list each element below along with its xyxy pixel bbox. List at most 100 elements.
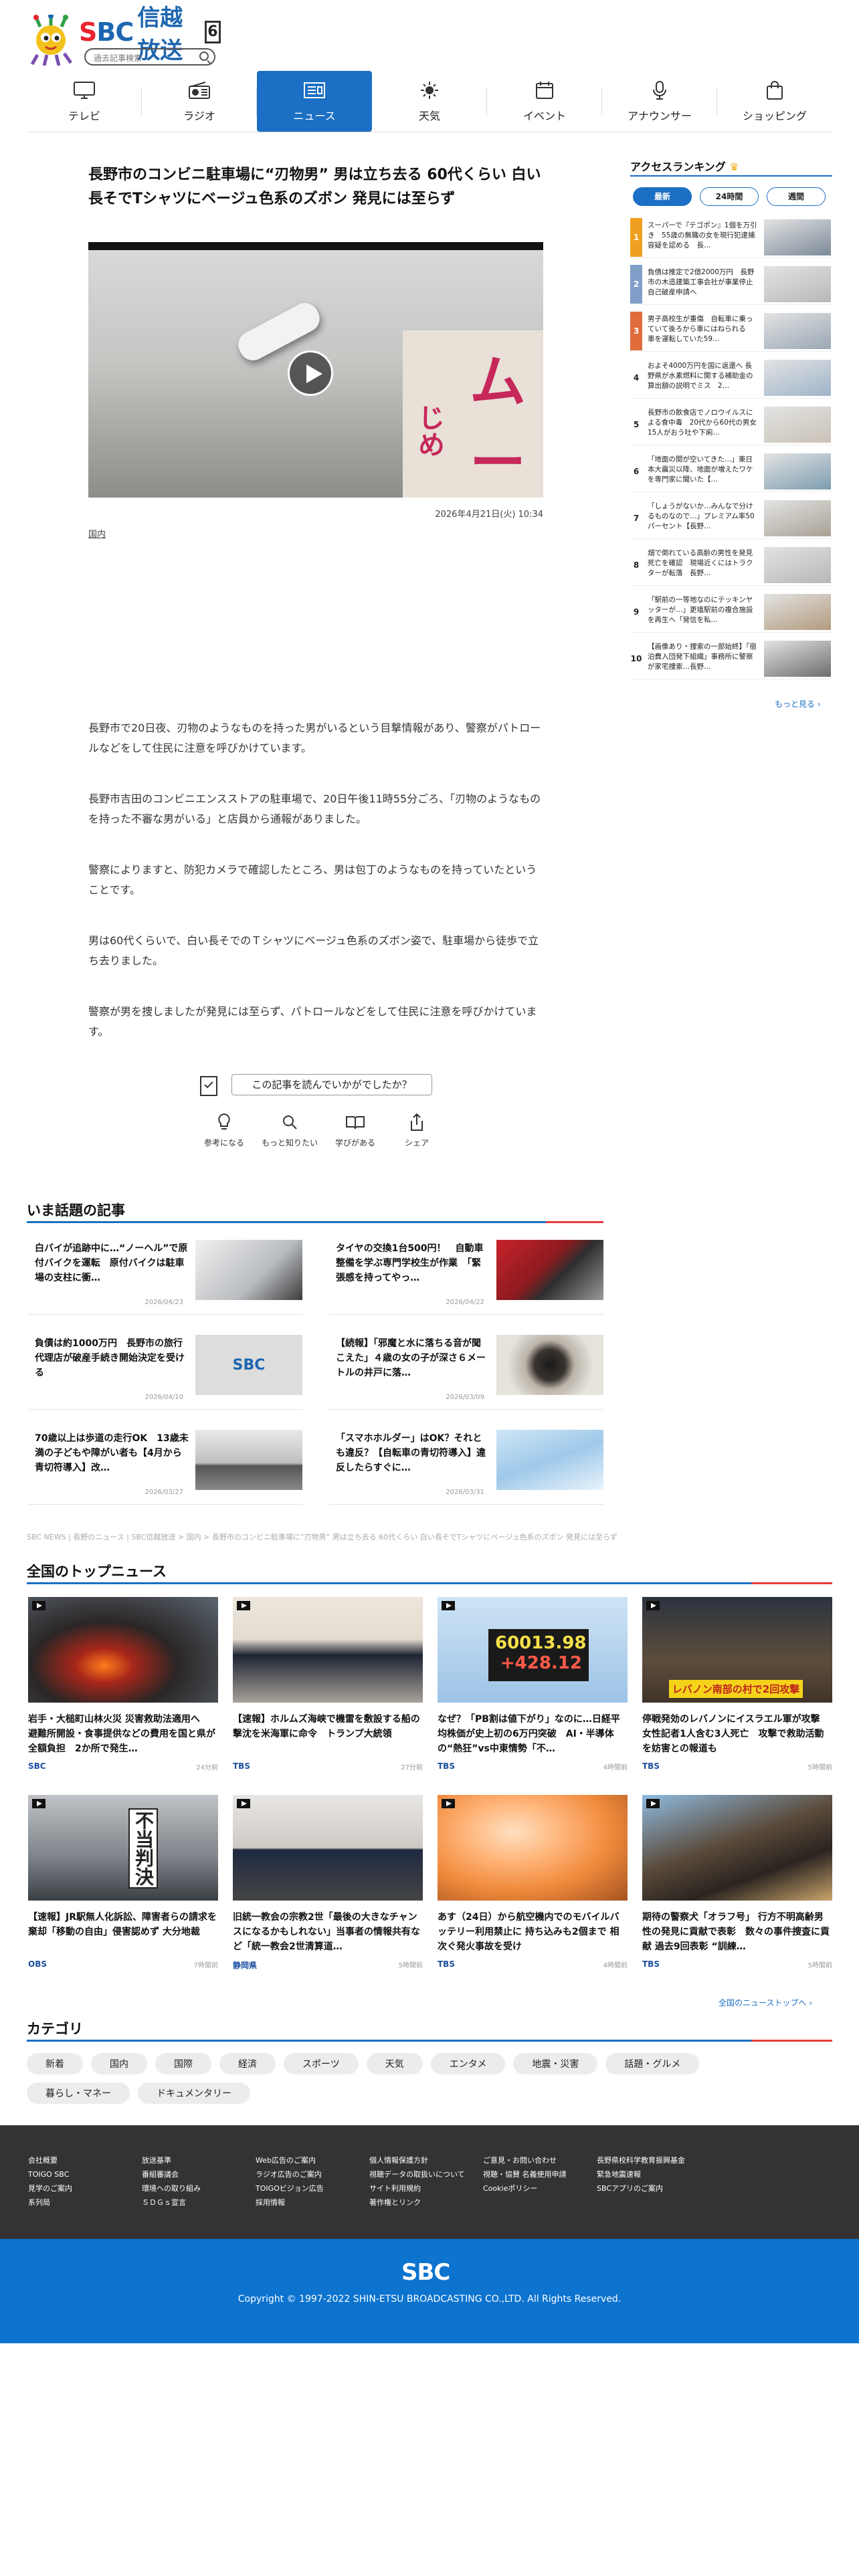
nav-radio[interactable]: ラジオ <box>142 71 257 132</box>
ranking-thumbnail <box>764 407 831 443</box>
ranking-item[interactable]: 10 【画像あり・捜索の一部始終】「宿泊費入団発下組織」事務所に警察が家宅捜索…長… <box>630 639 832 679</box>
national-card[interactable]: レバノン南部の村で2回攻撃 停戦発効のレバノンにイスラエル軍が攻撃 女性記者1人… <box>642 1597 832 1772</box>
nav-announcer[interactable]: アナウンサー <box>602 71 717 132</box>
nav-tv[interactable]: テレビ <box>27 71 142 132</box>
footer-link[interactable]: 個人情報保護方針 <box>369 2153 465 2167</box>
video-icon <box>237 1799 250 1808</box>
category-chip[interactable]: 暮らし・マネー <box>27 2082 130 2104</box>
section-divider <box>630 175 832 177</box>
national-card[interactable]: 岩手・大槌町山林火災 災害救助法適用へ 避難所開設・食事提供などの費用を国と県が… <box>28 1597 218 1772</box>
national-card[interactable]: 不当判決 【速報】JR駅無人化訴訟、障害者らの請求を棄却「移動の自由」侵害認めず… <box>28 1795 218 1969</box>
ranking-item[interactable]: 9 「駅前の一等地なのにテッキンヤッターが…」更埴駅前の複合施設を再生へ「発信を私… <box>630 593 832 633</box>
footer-link[interactable]: 環境への取り組み <box>142 2181 201 2195</box>
national-card[interactable]: 【速報】ホルムズ海峡で機雷を敷設する船の撃沈を米海軍に命令 トランプ大統領 TB… <box>233 1597 423 1772</box>
reaction-helpful[interactable]: 参考になる <box>194 1113 254 1148</box>
footer-link[interactable]: 見学のご案内 <box>28 2181 72 2195</box>
category-chip[interactable]: 地震・災害 <box>513 2053 598 2074</box>
footer-link[interactable]: 長野県校科学教育振興基金 <box>597 2153 685 2167</box>
nav-shopping[interactable]: ショッピング <box>717 71 832 132</box>
footer-link[interactable]: TOIGOビジョン広告 <box>256 2181 324 2195</box>
article-title: 長野市のコンビニ駐車場に“刃物男” 男は立ち去る 60代くらい 白い長そでTシャ… <box>88 167 541 207</box>
trending-card[interactable]: 【続報】「邪魔と水に落ちる音が聞こえた」４歳の女の子が深さ６メートルの井戸に落…… <box>329 1331 603 1410</box>
category-chip[interactable]: ドキュメンタリー <box>138 2082 250 2104</box>
footer-link[interactable]: 視聴・協賛 名義使用申請 <box>483 2167 567 2181</box>
trending-card[interactable]: 「スマホホルダー」はOK？それとも違反？【自転車の青切符導入】違反したらすぐに…… <box>329 1426 603 1505</box>
ranking-item[interactable]: 1 スーパーで『テゴポン』1個を万引き 55歳の無職の女を現行犯逮捕 容疑を認める… <box>630 218 832 258</box>
footer-link[interactable]: 会社概要 <box>28 2153 72 2167</box>
card-date: 2026/03/09 <box>446 1394 484 1401</box>
ranking-item[interactable]: 7 「しょうがないか…みんなで分けるものなので…」プレミアム率50パーセント【長野… <box>630 499 832 539</box>
category-chip[interactable]: 経済 <box>219 2053 276 2074</box>
ranking-item[interactable]: 5 長野市の飲食店でノロウイルスによる食中毒 20代から60代の男女15人がおう吐… <box>630 405 832 445</box>
category-chip[interactable]: 話題・グルメ <box>605 2053 700 2074</box>
nav-news[interactable]: ニュース <box>257 71 372 132</box>
card-time: 5時間前 <box>398 1962 423 1969</box>
ranking-heading: アクセスランキング ♛ <box>630 158 739 174</box>
footer-link[interactable]: Web広告のご案内 <box>256 2153 324 2167</box>
national-card[interactable]: あす（24日）から航空機内でのモバイルバッテリー利用禁止に 持ち込みも2個まで … <box>438 1795 628 1969</box>
footer-link[interactable]: サイト利用規約 <box>369 2181 465 2195</box>
nav-weather[interactable]: 天気 <box>372 71 487 132</box>
search-input[interactable]: 過去記事検索 <box>84 48 215 66</box>
ranking-item[interactable]: 8 畑で倒れている高齢の男性を発見 死亡を確認 現場近くにはトラクターが転落 長野… <box>630 546 832 586</box>
category-chip[interactable]: スポーツ <box>284 2053 359 2074</box>
card-time: 27分前 <box>401 1764 423 1772</box>
category-chip[interactable]: 天気 <box>366 2053 423 2074</box>
national-card[interactable]: 期待の警察犬「オラフ号」 行方不明高齢男性の発見に貢献で表彰 数々の事件捜査に貢… <box>642 1795 832 1969</box>
category-chip[interactable]: 国際 <box>155 2053 211 2074</box>
nav-event[interactable]: イベント <box>487 71 602 132</box>
trending-card[interactable]: 70歳以上は歩道の走行OK 13歳未満の子どもや障がい者も【4月から青切符導入】… <box>28 1426 302 1505</box>
ranking-more-link[interactable]: もっと見る › <box>775 698 821 710</box>
card-time: 7時間前 <box>193 1962 218 1969</box>
category-chip[interactable]: 国内 <box>91 2053 147 2074</box>
category-chip[interactable]: 新着 <box>27 2053 83 2074</box>
rank-number: 1 <box>630 218 642 257</box>
play-button-icon[interactable] <box>288 350 333 396</box>
card-date: 2026/04/22 <box>446 1299 484 1306</box>
national-card[interactable]: 60013.98 +428.12 なぜ？「PB割は値下がり」なのに…日経平均株価… <box>438 1597 628 1772</box>
footer-link[interactable]: ラジオ広告のご案内 <box>256 2167 324 2181</box>
rank-number: 7 <box>633 514 640 523</box>
ranking-tab-24h[interactable]: 24時間 <box>700 187 759 206</box>
reaction-more[interactable]: もっと知りたい <box>260 1113 320 1148</box>
national-more-link[interactable]: 全国のニューストップへ › <box>719 1997 812 2008</box>
ranking-item[interactable]: 2 負債は推定で2億2000万円 長野市の木造建築工事会社が事業停止 自己破産申請… <box>630 265 832 305</box>
footer-link[interactable]: 視聴データの取扱いについて <box>369 2167 465 2181</box>
ranking-tab-latest[interactable]: 最新 <box>633 187 692 206</box>
footer-link[interactable]: 緊急地震速報 <box>597 2167 685 2181</box>
footer-link[interactable]: TOIGO SBC <box>28 2167 72 2181</box>
trending-card[interactable]: 白バイが追跡中に…“ノーヘル”で原付バイクを運転 原付バイクは駐車場の支柱に衝…… <box>28 1236 302 1315</box>
trending-card[interactable]: 負債は約1000万円 長野市の旅行代理店が破産手続き開始決定を受ける 2026/… <box>28 1331 302 1410</box>
footer-link[interactable]: 系列局 <box>28 2195 72 2210</box>
search-icon[interactable] <box>199 51 209 61</box>
footer-link[interactable]: 採用情報 <box>256 2195 324 2210</box>
card-date: 2026/03/31 <box>446 1489 484 1496</box>
footer-link[interactable]: ＳＤＧｓ宣言 <box>142 2195 201 2210</box>
card-title: 【速報】JR駅無人化訴訟、障害者らの請求を棄却「移動の自由」侵害認めず 大分地裁 <box>28 1912 217 1937</box>
article-category-link[interactable]: 国内 <box>88 527 106 540</box>
footer-link[interactable]: 著作権とリンク <box>369 2195 465 2210</box>
ranking-item[interactable]: 4 およそ4000万円を国に返還へ 長野県が水素燃料に関する補助金の算出額の説明で… <box>630 358 832 399</box>
article-paragraph: 長野市吉田のコンビニエンスストアの駐車場で、20日午後11時55分ごろ、「刃物の… <box>88 792 541 825</box>
footer-link[interactable]: 番組審議会 <box>142 2167 201 2181</box>
footer-logo[interactable]: SBC <box>401 2259 450 2286</box>
trending-card[interactable]: タイヤの交換1台500円！ 自動車整備を学ぶ専門学校生が作業 「緊張感を持ってや… <box>329 1236 603 1315</box>
reaction-learn[interactable]: 学びがある <box>325 1113 385 1148</box>
ranking-item[interactable]: 3 男子高校生が重傷 自転車に乗っていて後ろから車にはねられる 車を運転していた5… <box>630 312 832 352</box>
article-paragraph: 男は60代くらいで、白い長そでのＴシャツにベージュ色系のズボン姿で、駐車場から徒… <box>88 934 539 967</box>
footer-link[interactable]: ご意見・お問い合わせ <box>483 2153 567 2167</box>
ranking-tab-weekly[interactable]: 週間 <box>767 187 826 206</box>
ranking-item[interactable]: 6 「地面の間が空いてきた…」東日本大震災以降、地面が増えたワケを専門家に聞いた【… <box>630 452 832 492</box>
national-card[interactable]: 旧統一教会の宗教2世「最後の大きなチャンスになるかもしれない」当事者の情報共有な… <box>233 1795 423 1971</box>
site-logo[interactable]: SBC 信越放送 6 過去記事検索 <box>27 5 221 68</box>
breadcrumb[interactable]: SBC NEWS | 長野のニュース | SBC信越放送 > 国内 > 長野市の… <box>27 1531 763 1542</box>
footer-link[interactable]: 放送基準 <box>142 2153 201 2167</box>
footer-link[interactable]: Cookieポリシー <box>483 2181 567 2195</box>
sign-text: じめ <box>413 404 444 457</box>
category-chip[interactable]: エンタメ <box>430 2053 506 2074</box>
video-player[interactable]: ムー じめ <box>88 242 543 498</box>
footer-link[interactable]: SBCアプリのご案内 <box>597 2181 685 2195</box>
reaction-share[interactable]: シェア <box>387 1113 447 1148</box>
nav-label: ニュース <box>293 109 336 122</box>
footer-bar <box>0 2239 859 2343</box>
